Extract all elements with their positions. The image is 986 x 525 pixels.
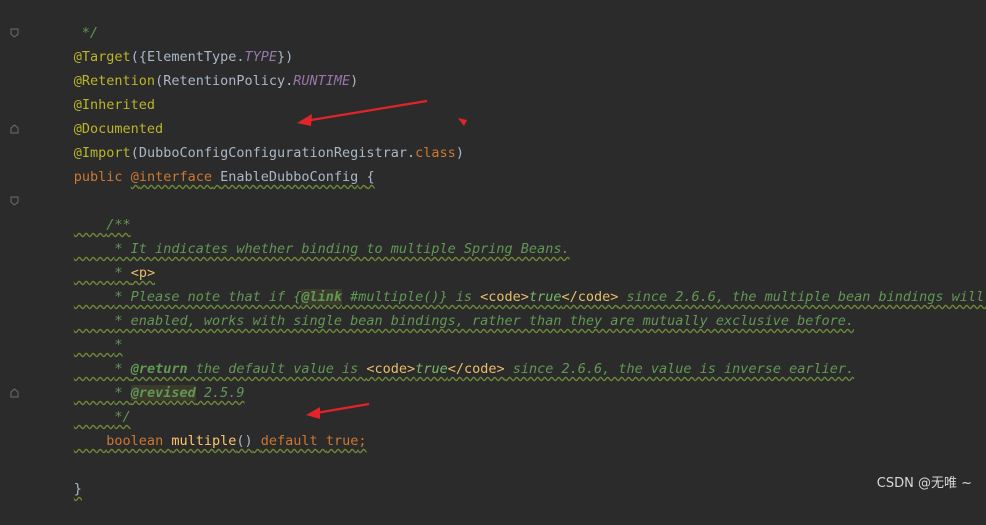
annotation-arrows bbox=[297, 99, 467, 419]
red-mark-icon bbox=[458, 118, 467, 126]
watermark: CSDN @无唯 ~ bbox=[876, 476, 972, 491]
red-arrow-icon bbox=[306, 402, 370, 419]
code-editor[interactable]: */ @Target({ElementType.TYPE}) @Retentio… bbox=[0, 0, 986, 500]
red-arrow-icon bbox=[297, 99, 428, 126]
